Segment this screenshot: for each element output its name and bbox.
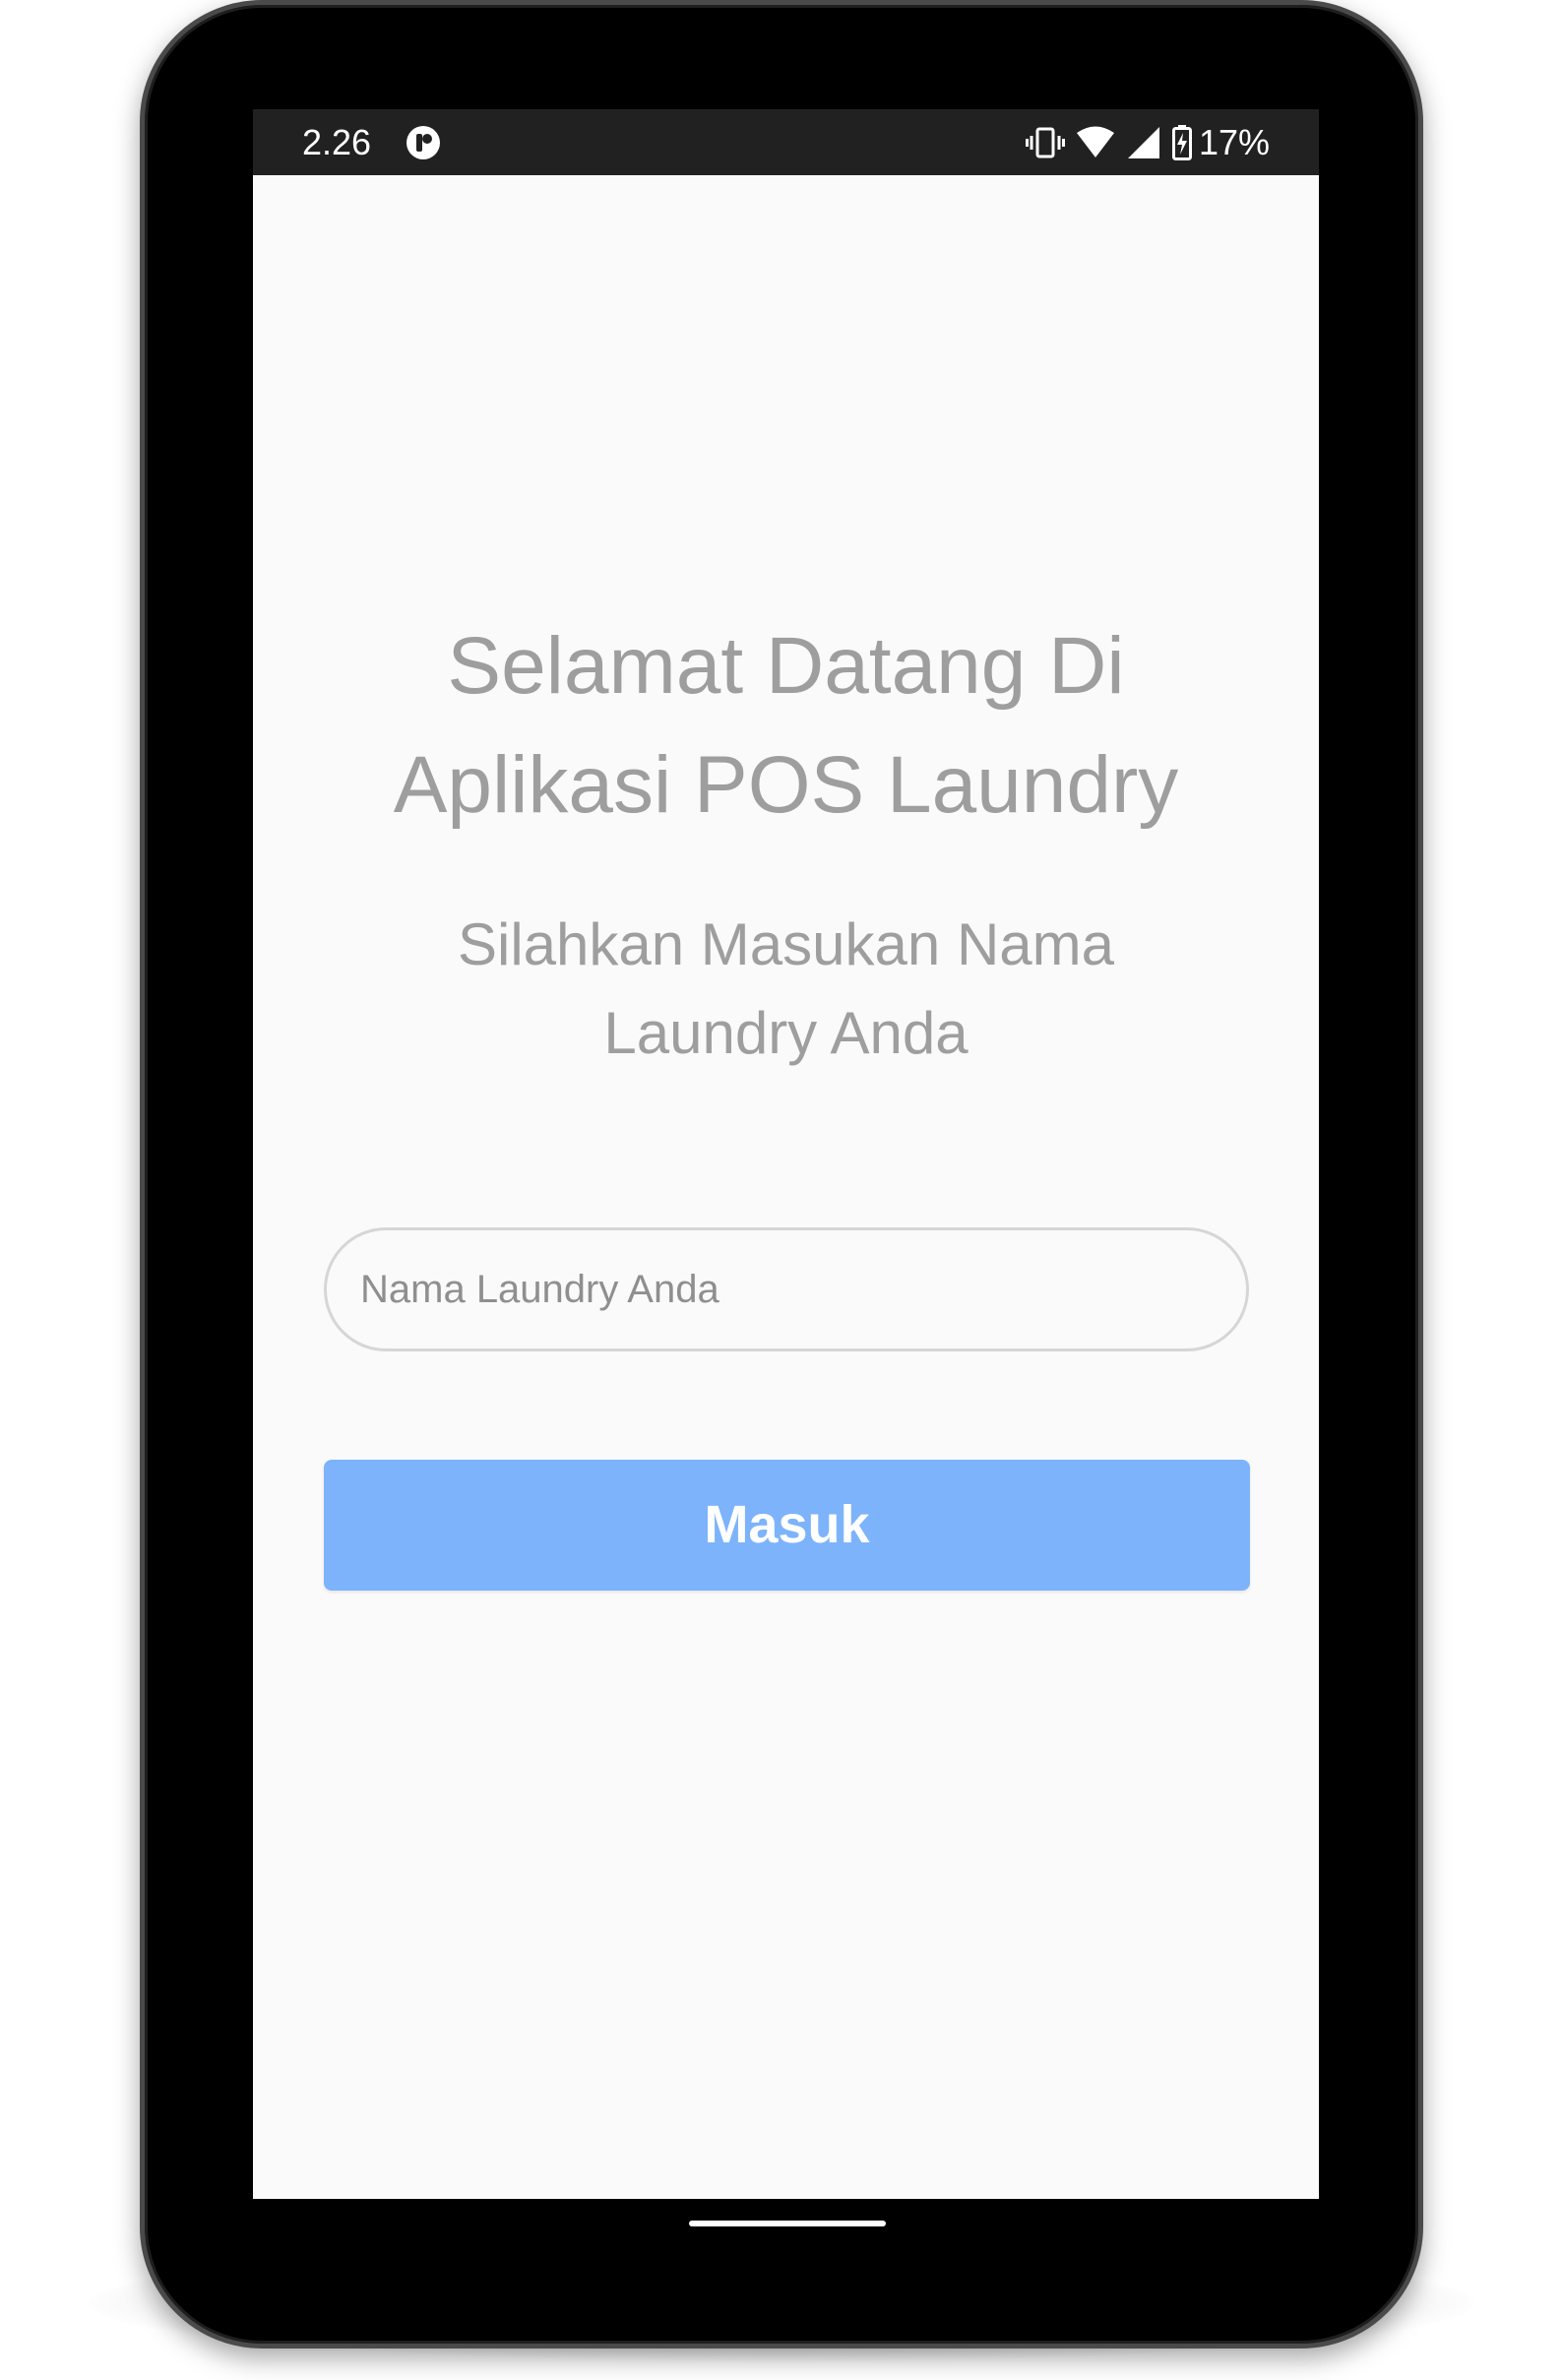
welcome-subtitle: Silahkan Masukan Nama Laundry Anda <box>457 911 1114 1066</box>
status-icons: 17% <box>1025 122 1270 163</box>
page: 2.26 17% Selamat Datang Di Aplikasi POS … <box>0 0 1563 2380</box>
vibrate-icon <box>1025 127 1065 158</box>
battery-percent: 17% <box>1198 122 1270 162</box>
status-bar: 2.26 17% <box>253 109 1319 175</box>
wifi-icon <box>1076 126 1114 157</box>
circle-app-icon <box>406 126 440 159</box>
status-time: 2.26 <box>302 122 372 162</box>
laundry-name-input[interactable] <box>360 1230 1217 1348</box>
laundry-name-field[interactable] <box>324 1227 1249 1351</box>
login-button[interactable]: Masuk <box>324 1460 1250 1591</box>
welcome-title: Selamat Datang Di Aplikasi POS Laundry <box>393 621 1179 830</box>
gesture-nav-handle[interactable] <box>689 2221 886 2226</box>
app-screen: 2.26 17% Selamat Datang Di Aplikasi POS … <box>253 109 1319 2199</box>
battery-charging-icon <box>1171 125 1192 160</box>
cell-signal-icon <box>1127 127 1159 158</box>
